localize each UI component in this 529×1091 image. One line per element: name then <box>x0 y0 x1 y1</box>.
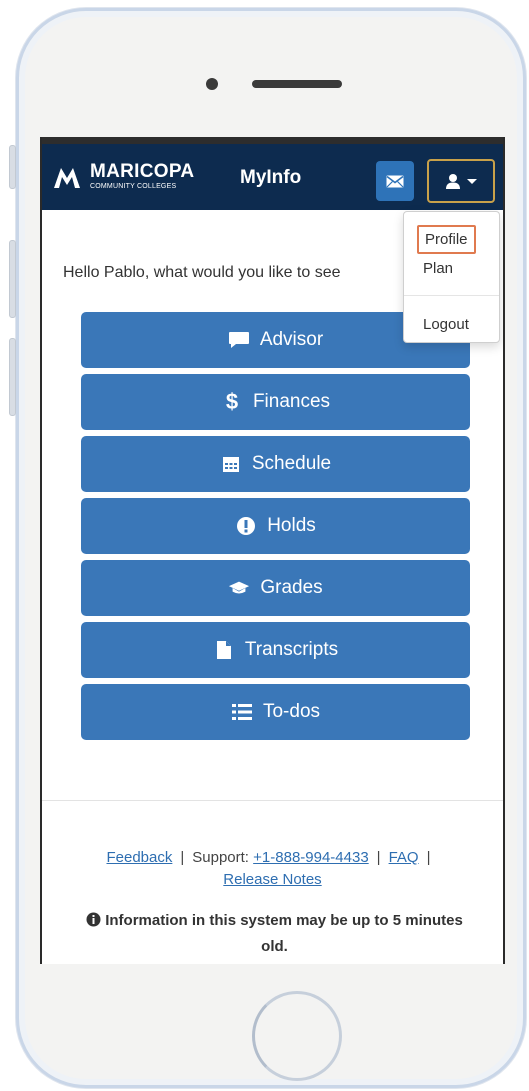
grades-button[interactable]: Grades <box>81 560 470 616</box>
feedback-link[interactable]: Feedback <box>106 849 172 866</box>
release-notes-link[interactable]: Release Notes <box>223 871 321 888</box>
dropdown-item-plan[interactable]: Plan <box>423 260 453 277</box>
todos-button[interactable]: To-dos <box>81 684 470 740</box>
dropdown-divider <box>404 295 499 296</box>
support-label: Support: <box>192 849 249 866</box>
user-menu-button[interactable] <box>427 159 495 203</box>
info-notice: Information in this system may be up to … <box>82 909 467 959</box>
screen: MARICOPA COMMUNITY COLLEGES MyInfo Profi… <box>40 137 505 964</box>
dropdown-item-logout[interactable]: Logout <box>423 316 469 333</box>
messages-button[interactable] <box>376 161 414 201</box>
schedule-label: Schedule <box>251 453 332 474</box>
transcripts-label: Transcripts <box>244 639 339 660</box>
volume-up-button <box>9 240 16 318</box>
info-text: Information in this system may be up to … <box>105 912 463 955</box>
status-bar <box>42 137 503 144</box>
home-button[interactable] <box>252 991 342 1081</box>
mute-switch <box>9 145 16 189</box>
footer-divider <box>42 800 503 801</box>
main-menu: Advisor $ Finances Schedule Holds Grades… <box>81 312 470 746</box>
finances-label: Finances <box>252 391 331 412</box>
speaker <box>252 80 342 88</box>
dropdown-item-profile[interactable]: Profile <box>417 225 476 254</box>
logo-name: MARICOPA <box>90 161 195 182</box>
transcripts-button[interactable]: Transcripts <box>81 622 470 678</box>
dollar-icon: $ <box>225 389 239 414</box>
faq-link[interactable]: FAQ <box>389 849 419 866</box>
schedule-button[interactable]: Schedule <box>81 436 470 492</box>
holds-label: Holds <box>267 515 316 536</box>
file-icon <box>213 639 235 661</box>
graduation-cap-icon <box>228 577 250 599</box>
exclamation-icon <box>235 515 257 537</box>
info-icon <box>86 911 101 935</box>
comment-icon <box>228 329 250 351</box>
greeting-text: Hello Pablo, what would you like to see <box>63 264 341 281</box>
footer-links: Feedback | Support: +1-888-994-4433 | FAQ | R… <box>106 849 431 888</box>
user-icon <box>446 174 460 189</box>
logo[interactable]: MARICOPA COMMUNITY COLLEGES <box>90 162 194 191</box>
grades-label: Grades <box>260 577 323 598</box>
navbar: MARICOPA COMMUNITY COLLEGES MyInfo <box>42 144 503 210</box>
app-title: MyInfo <box>240 167 302 188</box>
chevron-down-icon <box>467 178 477 184</box>
finances-button[interactable]: $ Finances <box>81 374 470 430</box>
maricopa-logo-icon <box>54 168 80 188</box>
user-dropdown-menu: Profile Plan Logout <box>403 211 500 343</box>
support-phone-link[interactable]: +1-888-994-4433 <box>253 849 369 866</box>
volume-down-button <box>9 338 16 416</box>
list-icon <box>231 701 253 723</box>
logo-subtitle: COMMUNITY COLLEGES <box>90 183 177 190</box>
advisor-label: Advisor <box>259 329 324 350</box>
calendar-icon <box>220 453 242 475</box>
envelope-icon <box>386 175 404 187</box>
camera <box>206 78 218 90</box>
todos-label: To-dos <box>262 701 321 722</box>
holds-button[interactable]: Holds <box>81 498 470 554</box>
